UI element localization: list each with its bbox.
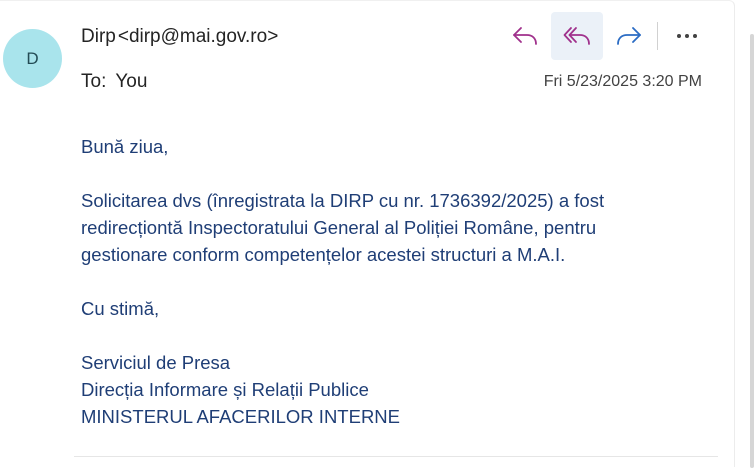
body-line-3: gestionare conform competențelor acestei… (81, 244, 566, 265)
reply-button[interactable] (499, 12, 551, 60)
message-separator (74, 456, 718, 457)
sender-name[interactable]: Dirp (81, 26, 116, 47)
reply-icon (513, 27, 537, 45)
reply-all-icon (563, 27, 590, 45)
signature-line-2: Direcția Informare și Relații Publice (81, 379, 369, 400)
message-body: Bună ziua, Solicitarea dvs (înregistrata… (81, 133, 701, 430)
toolbar-divider (657, 22, 658, 50)
forward-icon (617, 27, 641, 45)
email-reading-pane: D Dirp <dirp@mai.gov.ro> To: You Fri 5/23/… (0, 0, 754, 468)
scrollbar[interactable] (750, 34, 754, 468)
more-options-button[interactable] (662, 12, 712, 60)
recipient-line: To: You (81, 71, 147, 93)
avatar-initial: D (26, 48, 39, 68)
more-options-icon (677, 34, 697, 38)
signature-line-1: Serviciul de Presa (81, 352, 231, 373)
greeting: Bună ziua, (81, 136, 169, 157)
sender-line[interactable]: Dirp <dirp@mai.gov.ro> (81, 26, 278, 48)
closing: Cu stimă, (81, 298, 160, 319)
sender-avatar[interactable]: D (3, 29, 62, 88)
body-line-2: redirecționtă Inspectoratului General al… (81, 217, 597, 238)
message-actions-toolbar (499, 12, 712, 60)
forward-button[interactable] (603, 12, 655, 60)
to-recipient[interactable]: You (115, 71, 147, 92)
to-label: To: (81, 71, 107, 92)
body-line-1: Solicitarea dvs (înregistrata la DIRP cu… (81, 190, 605, 211)
sender-email[interactable]: <dirp@mai.gov.ro> (118, 26, 278, 47)
message-timestamp: Fri 5/23/2025 3:20 PM (543, 73, 702, 90)
signature-line-3: MINISTERUL AFACERILOR INTERNE (81, 406, 401, 427)
reply-all-button[interactable] (551, 12, 603, 60)
